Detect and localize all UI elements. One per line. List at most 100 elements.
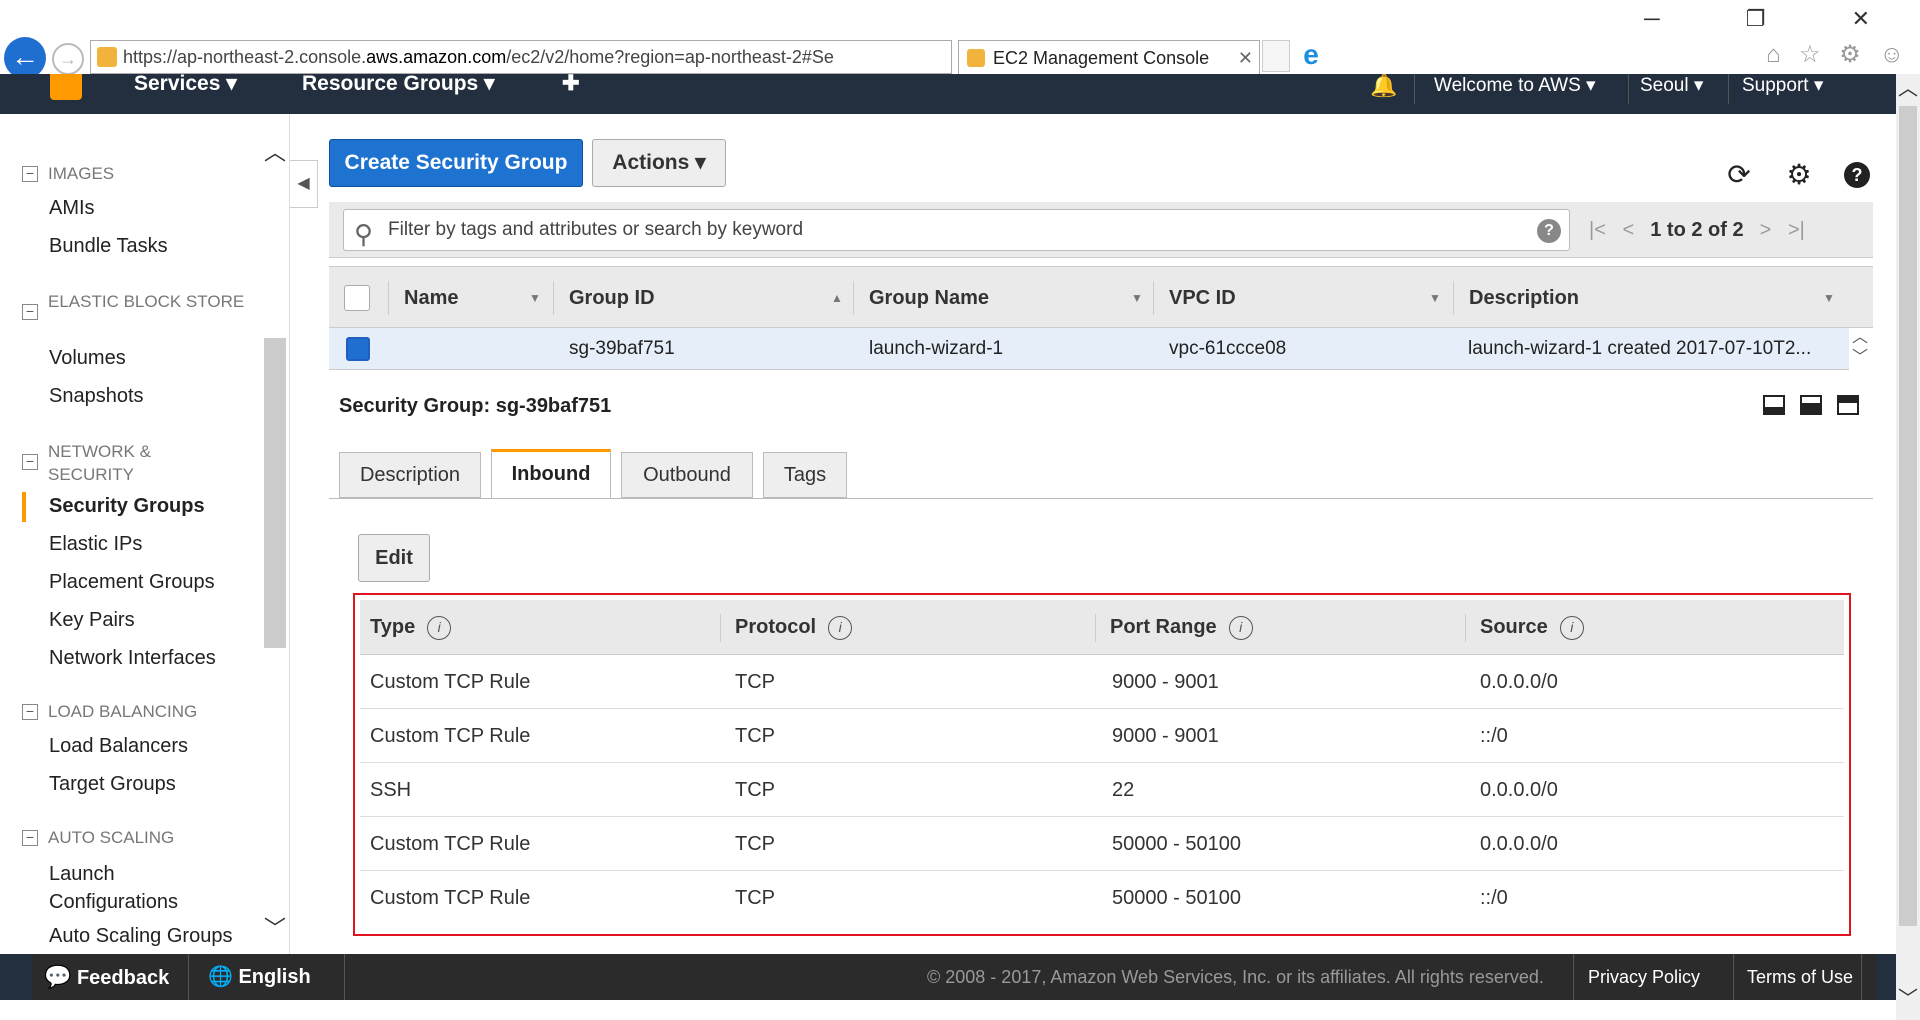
sidebar-item-target-groups[interactable]: Target Groups — [49, 772, 176, 796]
support-menu[interactable]: Support ▾ — [1742, 74, 1823, 98]
column-header-vpc-id[interactable]: VPC ID — [1169, 267, 1236, 329]
cell-description: launch-wizard-1 created 2017-07-10T2... — [1468, 338, 1812, 359]
privacy-policy-link[interactable]: Privacy Policy — [1588, 954, 1700, 1000]
refresh-icon[interactable]: ⟳ — [1724, 160, 1754, 190]
grid-scroll-icon[interactable]: ︿ ﹀ — [1849, 328, 1871, 370]
collapse-images-icon[interactable]: − — [22, 166, 38, 182]
detail-title: Security Group: sg-39baf751 — [339, 395, 612, 417]
tab-tags[interactable]: Tags — [763, 452, 847, 498]
sidebar-item-snapshots[interactable]: Snapshots — [49, 384, 144, 408]
address-bar[interactable]: https://ap-northeast-2.console.aws.amazo… — [90, 40, 952, 74]
sidebar-item-auto-scaling-groups[interactable]: Auto Scaling Groups — [49, 924, 232, 950]
footer-divider — [1733, 954, 1734, 1000]
help-icon[interactable]: ? — [1844, 162, 1870, 188]
sort-down-icon[interactable]: ▼ — [529, 267, 541, 329]
edit-button[interactable]: Edit — [358, 534, 430, 582]
resource-groups-menu[interactable]: Resource Groups ▾ — [302, 73, 495, 94]
sidebar-item-key-pairs[interactable]: Key Pairs — [49, 608, 135, 632]
view-bottom-icon[interactable] — [1763, 395, 1785, 415]
search-placeholder: Filter by tags and attributes or search … — [388, 219, 804, 240]
search-help-icon[interactable]: ? — [1537, 219, 1561, 243]
next-page-icon[interactable]: > — [1760, 219, 1772, 241]
select-all-checkbox[interactable] — [344, 285, 370, 311]
column-header-description[interactable]: Description — [1469, 267, 1579, 329]
rule-port-range: 50000 - 50100 — [1112, 833, 1242, 855]
search-input[interactable]: ⚲ Filter by tags and attributes or searc… — [343, 209, 1570, 251]
tab-title: EC2 Management Console — [993, 48, 1210, 68]
sidebar-item-load-balancers[interactable]: Load Balancers — [49, 734, 188, 758]
sidebar-item-security-groups[interactable]: Security Groups — [49, 494, 205, 518]
info-icon[interactable]: i — [427, 615, 452, 640]
new-tab-icon[interactable] — [1262, 40, 1290, 72]
create-security-group-button[interactable]: Create Security Group — [329, 139, 583, 187]
scroll-down-icon[interactable]: ﹀ — [264, 914, 286, 944]
feedback-link[interactable]: 💬 Feedback — [44, 954, 169, 1000]
column-header-name[interactable]: Name — [404, 267, 458, 329]
collapse-sidebar-icon[interactable]: ◀ — [290, 160, 318, 208]
collapse-auto-scaling-icon[interactable]: − — [22, 830, 38, 846]
forward-arrow-icon[interactable]: → — [52, 43, 84, 75]
browser-tools-icons[interactable]: ⌂ ☆ ⚙ ☺ — [1766, 40, 1910, 69]
view-top-icon[interactable] — [1837, 395, 1859, 415]
column-divider — [388, 281, 389, 315]
column-header-group-id[interactable]: Group ID — [569, 267, 655, 329]
rules-col-port-range-label: Port Range — [1110, 616, 1217, 638]
info-icon[interactable]: i — [1559, 615, 1584, 640]
sidebar-item-bundle-tasks[interactable]: Bundle Tasks — [49, 234, 168, 258]
table-row[interactable]: sg-39baf751 launch-wizard-1 vpc-61ccce08… — [329, 328, 1849, 370]
gear-icon[interactable]: ⚙ — [1784, 160, 1814, 190]
rule-row: Custom TCP Rule TCP 50000 - 50100 0.0.0.… — [360, 817, 1844, 871]
info-icon[interactable]: i — [828, 615, 853, 640]
prev-page-icon[interactable]: < — [1623, 219, 1635, 241]
scroll-up-icon[interactable]: ︿ — [264, 138, 286, 168]
aws-logo-icon[interactable] — [50, 74, 82, 100]
view-split-icon[interactable] — [1800, 395, 1822, 415]
sort-down-icon[interactable]: ▼ — [1823, 267, 1835, 329]
sidebar-item-volumes[interactable]: Volumes — [49, 346, 126, 370]
terms-of-use-link[interactable]: Terms of Use — [1747, 954, 1853, 1000]
first-page-icon[interactable]: |< — [1589, 219, 1606, 241]
collapse-ebs-icon[interactable]: − — [22, 304, 38, 320]
collapse-load-balancing-icon[interactable]: − — [22, 704, 38, 720]
scrollbar-thumb[interactable] — [264, 338, 286, 648]
sort-down-icon[interactable]: ▼ — [1429, 267, 1441, 329]
pin-icon[interactable]: ✚ — [562, 73, 580, 94]
row-checkbox[interactable] — [346, 337, 370, 361]
info-icon[interactable]: i — [1228, 615, 1253, 640]
footer-divider — [1573, 954, 1574, 1000]
nav-divider — [1628, 74, 1629, 104]
rule-source: ::/0 — [1480, 887, 1508, 909]
footer-divider — [1861, 954, 1862, 1000]
scrollbar-thumb[interactable] — [1899, 106, 1917, 926]
bell-icon[interactable]: 🔔 — [1370, 74, 1397, 98]
account-menu[interactable]: Welcome to AWS ▾ — [1434, 74, 1596, 98]
region-menu[interactable]: Seoul ▾ — [1640, 74, 1703, 98]
services-menu[interactable]: Services ▾ — [134, 73, 237, 94]
page-scrollbar[interactable]: ︿ ﹀ — [1896, 74, 1920, 1020]
bottom-strip — [0, 1000, 1896, 1020]
sidebar-item-network-interfaces[interactable]: Network Interfaces — [49, 646, 216, 670]
column-divider — [853, 281, 854, 315]
actions-button[interactable]: Actions ▾ — [592, 139, 726, 187]
last-page-icon[interactable]: >| — [1788, 219, 1805, 241]
tab-outbound[interactable]: Outbound — [621, 452, 753, 498]
back-arrow-icon[interactable]: ← — [4, 37, 46, 79]
language-selector[interactable]: 🌐 English — [208, 954, 311, 1000]
browser-tab[interactable]: EC2 Management Console ✕ — [958, 40, 1260, 74]
sidebar-item-elastic-ips[interactable]: Elastic IPs — [49, 532, 142, 556]
scroll-up-icon[interactable]: ︿ — [1896, 74, 1920, 104]
window-controls[interactable]: ─ ❐ ✕ — [1644, 6, 1910, 32]
sidebar-item-launch-configurations[interactable]: Launch Configurations — [49, 860, 199, 916]
rule-port-range: 9000 - 9001 — [1112, 725, 1219, 747]
sidebar-item-placement-groups[interactable]: Placement Groups — [49, 570, 215, 594]
sidebar-scrollbar[interactable]: ︿ ﹀ — [264, 138, 286, 941]
tab-description[interactable]: Description — [339, 452, 481, 498]
column-header-group-name[interactable]: Group Name — [869, 267, 989, 329]
scroll-down-icon[interactable]: ﹀ — [1896, 984, 1920, 1014]
sidebar-item-amis[interactable]: AMIs — [49, 196, 95, 220]
sort-up-icon[interactable]: ▲ — [831, 267, 843, 329]
tab-close-icon[interactable]: ✕ — [1238, 41, 1253, 75]
sort-down-icon[interactable]: ▼ — [1131, 267, 1143, 329]
tab-inbound[interactable]: Inbound — [491, 449, 611, 499]
collapse-network-icon[interactable]: − — [22, 454, 38, 470]
